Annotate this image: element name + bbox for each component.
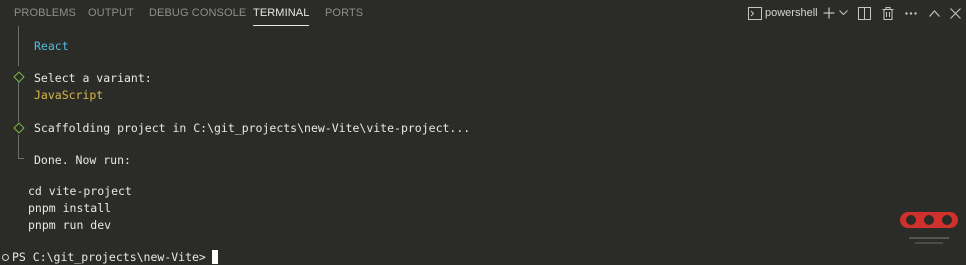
prompt-guide-line: [18, 135, 19, 159]
shell-prompt: PS C:\git_projects\new-Vite>: [12, 250, 213, 264]
prompt-guide-corner: [18, 158, 24, 159]
variant-prompt: Select a variant:: [34, 71, 152, 85]
prompt-guide-line: [18, 82, 19, 122]
scaffold-message: Scaffolding project in C:\git_projects\n…: [34, 121, 471, 135]
done-message: Done. Now run:: [34, 153, 131, 167]
close-icon[interactable]: [948, 0, 962, 26]
command-line: pnpm install: [28, 201, 112, 215]
command-line: pnpm run dev: [28, 218, 112, 232]
more-icon[interactable]: [904, 0, 918, 26]
chevron-down-icon[interactable]: [838, 0, 848, 26]
terminal-shell-name[interactable]: powershell: [765, 0, 818, 26]
diamond-icon: [13, 122, 25, 134]
terminal-panel: PROBLEMS OUTPUT DEBUG CONSOLE TERMINAL P…: [0, 0, 966, 264]
terminal-toolbar: powershell: [0, 0, 966, 26]
terminal-output[interactable]: React Select a variant: JavaScript Scaff…: [0, 26, 966, 264]
command-decoration-icon[interactable]: [2, 254, 9, 261]
split-icon[interactable]: [857, 0, 871, 26]
chevron-up-icon[interactable]: [927, 0, 941, 26]
terminal-icon[interactable]: [747, 0, 763, 26]
trash-icon[interactable]: [881, 0, 895, 26]
framework-value: React: [34, 39, 69, 53]
variant-value: JavaScript: [34, 88, 104, 102]
watermark-logo: [899, 210, 959, 250]
diamond-icon: [13, 71, 25, 83]
panel-tab-bar: PROBLEMS OUTPUT DEBUG CONSOLE TERMINAL P…: [0, 0, 966, 26]
add-icon[interactable]: [822, 0, 836, 26]
prompt-guide-line: [18, 26, 19, 66]
command-line: cd vite-project: [28, 184, 132, 198]
